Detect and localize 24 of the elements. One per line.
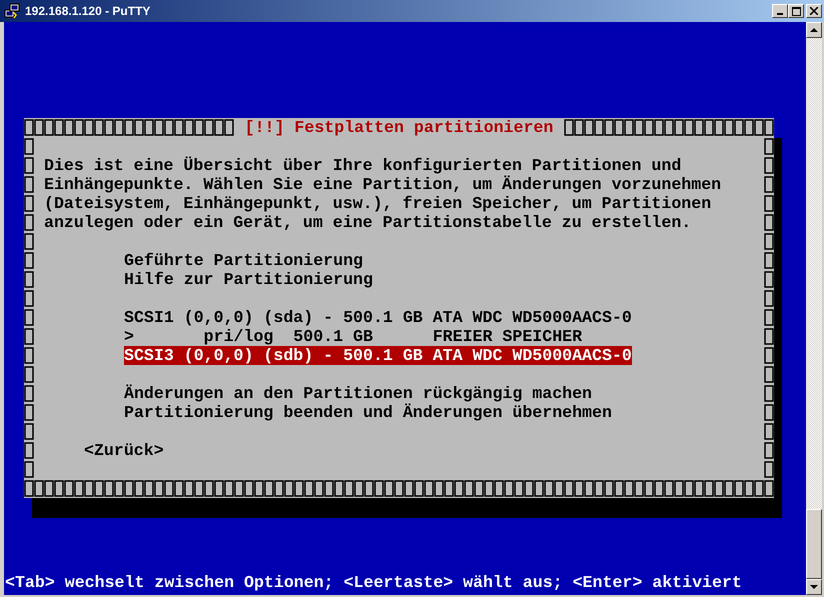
dialog-description: Dies ist eine Übersicht über Ihre konfigurierten Partitionen und Einhängepunkte. Wählen Sie eine Partition, um Änderungen vorzunehmen (Dateisystem, Einhängepunkt, usw.), freien Speicher, um Partitionen anzulegen oder ein Gerät, um eine Partitionstabelle zu erstellen.	[43, 156, 722, 232]
menu-item[interactable]: Änderungen an den Partitionen rückgängig machen	[124, 384, 592, 403]
maximize-button[interactable]	[788, 4, 804, 18]
scroll-thumb[interactable]	[806, 509, 822, 579]
close-icon	[810, 7, 818, 15]
menu-item[interactable]: SCSI3 (0,0,0) (sdb) - 500.1 GB ATA WDC WD5000AACS-0	[124, 346, 632, 365]
dialog-title: [!!] Festplatten partitionieren	[244, 118, 554, 137]
close-button[interactable]	[806, 4, 822, 18]
menu-item[interactable]: Hilfe zur Partitionierung	[124, 270, 373, 289]
menu-item[interactable]: Partitionierung beenden und Änderungen übernehmen	[124, 403, 612, 422]
menu-item[interactable]: SCSI1 (0,0,0) (sda) - 500.1 GB ATA WDC WD5000AACS-0	[124, 308, 632, 327]
window-title: 192.168.1.120 - PuTTY	[25, 4, 150, 18]
scroll-up-button[interactable]	[806, 22, 822, 38]
scrollbar[interactable]	[806, 22, 822, 595]
back-button[interactable]: <Zurück>	[84, 441, 164, 460]
maximize-icon	[792, 6, 800, 16]
menu-item[interactable]: Geführte Partitionierung	[124, 251, 363, 270]
up-arrow-icon	[810, 28, 818, 32]
computer-icon	[4, 3, 20, 19]
menu-item[interactable]: > pri/log 500.1 GB FREIER SPEICHER	[124, 327, 582, 346]
down-arrow-icon	[810, 584, 818, 590]
status-line: <Tab> wechselt zwischen Optionen; <Leertaste> wählt aus; <Enter> aktiviert	[4, 573, 743, 592]
minimize-button[interactable]	[772, 4, 788, 18]
scroll-down-button[interactable]	[806, 579, 822, 595]
